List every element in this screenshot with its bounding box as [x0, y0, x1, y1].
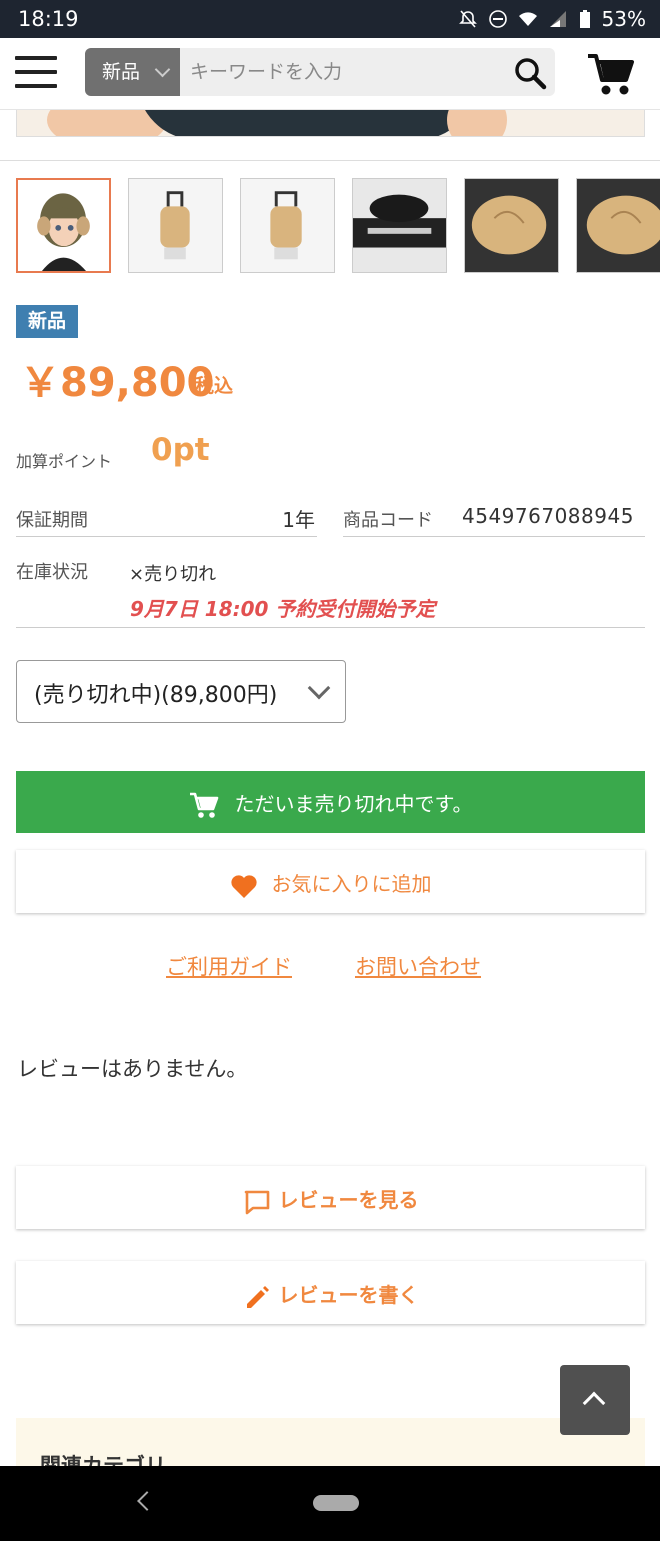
search-category-label: 新品	[102, 61, 141, 83]
status-time: 18:19	[18, 7, 79, 31]
variant-select[interactable]: (売り切れ中)(89,800円)	[16, 660, 346, 723]
do-not-disturb-icon	[488, 10, 507, 28]
warranty-row: 保証期間 1年	[16, 503, 317, 537]
contact-link[interactable]: お問い合わせ	[355, 951, 481, 981]
thumbnail-image[interactable]	[240, 178, 336, 273]
status-icons: 53%	[458, 7, 646, 31]
new-badge: 新品	[16, 305, 78, 338]
thumbnail-image[interactable]	[352, 178, 448, 273]
related-categories: 関連カテゴリ	[16, 1418, 645, 1478]
product-code-label: 商品コード	[343, 510, 433, 531]
price: ￥89,800	[20, 360, 215, 406]
view-reviews-button[interactable]: レビューを見る	[16, 1166, 645, 1229]
add-to-favorites-label: お気に入りに追加	[271, 872, 432, 896]
thumbnail-image[interactable]	[464, 178, 560, 273]
add-to-favorites-button[interactable]: お気に入りに追加	[16, 850, 645, 913]
back-to-top-button[interactable]	[560, 1365, 630, 1435]
battery-percent: 53%	[601, 7, 646, 31]
search-category-select[interactable]: 新品	[85, 48, 180, 96]
warranty-label: 保証期間	[16, 510, 88, 531]
signal-icon	[549, 11, 566, 27]
cart-icon[interactable]	[586, 52, 636, 96]
wifi-icon	[518, 12, 537, 26]
divider	[16, 627, 645, 628]
reservation-note: 9月7日 18:00 予約受付開始予定	[130, 597, 436, 621]
warranty-value: 1年	[282, 508, 315, 532]
cart-icon	[189, 792, 218, 818]
thumbnail-image[interactable]	[576, 178, 660, 273]
chevron-up-icon	[582, 1391, 606, 1415]
write-review-button[interactable]: レビューを書く	[16, 1261, 645, 1324]
no-reviews-text: レビューはありません。	[17, 1057, 248, 1081]
thumbnail-image[interactable]	[128, 178, 224, 273]
mute-notification-icon	[458, 10, 477, 28]
thumbnail-list	[16, 178, 660, 274]
header: 新品	[0, 38, 660, 110]
stock-value: ×売り切れ	[129, 564, 217, 585]
sold-out-label: ただいま売り切れ中です。	[234, 792, 473, 816]
search-input[interactable]	[180, 48, 500, 96]
main-product-image	[16, 110, 645, 137]
home-pill-icon[interactable]	[313, 1495, 359, 1511]
points-label: 加算ポイント	[16, 452, 113, 471]
sold-out-button[interactable]: ただいま売り切れ中です。	[16, 771, 645, 833]
search-icon[interactable]	[513, 56, 547, 90]
hamburger-menu-icon[interactable]	[15, 56, 57, 90]
thumbnail-image[interactable]	[16, 178, 111, 273]
status-bar: 18:19 53%	[0, 0, 660, 38]
divider	[0, 160, 660, 161]
comment-icon	[244, 1190, 269, 1214]
product-code-value: 4549767088945	[462, 504, 634, 528]
view-reviews-label: レビューを見る	[278, 1188, 419, 1212]
search-box: 新品	[85, 48, 555, 96]
tax-label: 税込	[195, 375, 234, 397]
back-icon[interactable]	[137, 1491, 157, 1511]
pencil-icon	[246, 1285, 269, 1308]
chevron-down-icon	[154, 61, 171, 78]
chevron-down-icon	[307, 676, 331, 700]
system-nav-bar	[0, 1466, 660, 1541]
write-review-label: レビューを書く	[278, 1283, 419, 1307]
usage-guide-link[interactable]: ご利用ガイド	[166, 951, 292, 981]
stock-label: 在庫状況	[16, 562, 88, 583]
battery-icon	[579, 10, 590, 28]
heart-icon	[230, 874, 257, 898]
variant-select-value: (売り切れ中)(89,800円)	[34, 683, 278, 708]
product-code-row: 商品コード 4549767088945	[343, 503, 645, 537]
points-value: 0pt	[151, 432, 210, 468]
